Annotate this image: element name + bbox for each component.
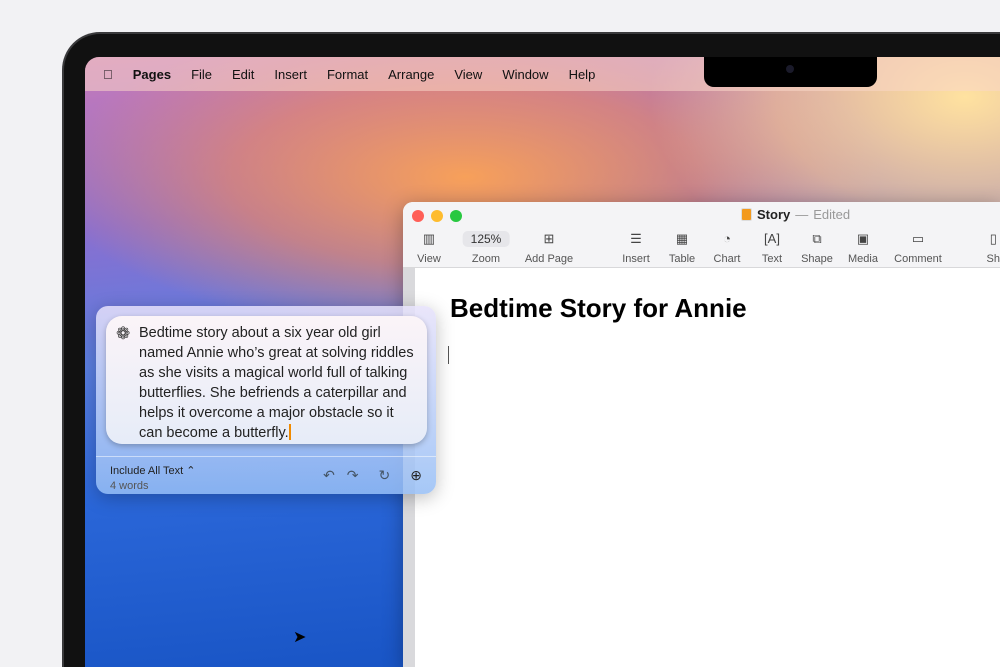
table-icon: ▦ bbox=[675, 231, 689, 246]
add-icon[interactable]: ⊕ bbox=[410, 467, 422, 484]
list-icon: ☰ bbox=[630, 231, 642, 246]
label: Chart bbox=[713, 253, 741, 265]
menu-help[interactable]: Help bbox=[569, 67, 596, 82]
shape-icon: ⧉ bbox=[812, 231, 822, 246]
refresh-icon[interactable]: ↻ bbox=[379, 467, 391, 484]
document-title[interactable]: Bedtime Story for Annie bbox=[450, 293, 747, 324]
menu-format[interactable]: Format bbox=[327, 67, 368, 82]
image-icon: ▣ bbox=[856, 231, 870, 246]
share-button[interactable]: ▯ Sh bbox=[987, 230, 1000, 265]
undo-icon[interactable]: ↶ bbox=[323, 467, 335, 484]
prompt-field[interactable]: ❁ Bedtime story about a six year old gir… bbox=[106, 316, 427, 444]
label: Table bbox=[668, 253, 696, 265]
toolbar: Story — Edited ▥ View 125% Zoom ⊞ Add Page … bbox=[403, 202, 1000, 268]
menu-edit[interactable]: Edit bbox=[232, 67, 254, 82]
label: Insert bbox=[622, 253, 650, 265]
popup-footer: Include All Text ⌃ 4 words ↶ ↷ ↻ ⊕ bbox=[96, 456, 436, 499]
minimize-button[interactable] bbox=[431, 210, 443, 222]
sidebar-icon: ▥ bbox=[422, 231, 436, 246]
label: Zoom bbox=[471, 253, 501, 265]
label: Add Page bbox=[524, 253, 574, 265]
label: Comment bbox=[894, 253, 942, 265]
plus-square-icon: ⊞ bbox=[543, 231, 555, 246]
add-page-button[interactable]: ⊞ Add Page bbox=[525, 230, 573, 265]
comment-button[interactable]: ▭ Comment bbox=[894, 230, 942, 265]
label: Media bbox=[848, 253, 878, 265]
view-button[interactable]: ▥ View bbox=[417, 230, 441, 265]
zoom-select[interactable]: 125% Zoom bbox=[462, 230, 510, 265]
document-page[interactable]: Bedtime Story for Annie bbox=[415, 268, 1000, 667]
chart-icon: ◔ bbox=[723, 231, 731, 246]
prompt-text[interactable]: Bedtime story about a six year old girl … bbox=[139, 325, 414, 441]
apple-icon[interactable]:  bbox=[103, 67, 113, 82]
chart-button[interactable]: ◔ Chart bbox=[714, 230, 741, 265]
label: Shape bbox=[801, 253, 833, 265]
title-text: Story bbox=[757, 207, 791, 222]
share-icon: ▯ bbox=[989, 231, 997, 246]
menu-insert[interactable]: Insert bbox=[274, 67, 307, 82]
textbox-icon: [A] bbox=[764, 231, 780, 246]
camera-icon bbox=[786, 65, 794, 73]
camera-notch bbox=[704, 57, 877, 87]
text-cursor bbox=[448, 346, 449, 364]
writing-tools-popup: ❁ Bedtime story about a six year old gir… bbox=[96, 306, 436, 494]
screen:  Pages File Edit Insert Format Arrange … bbox=[85, 57, 1000, 667]
text-caret bbox=[288, 424, 291, 440]
pages-window: Story — Edited ▥ View 125% Zoom ⊞ Add Page … bbox=[403, 202, 1000, 667]
menu-file[interactable]: File bbox=[191, 67, 212, 82]
edited-status: Edited bbox=[813, 207, 851, 222]
menu-view[interactable]: View bbox=[454, 67, 482, 82]
menu-window[interactable]: Window bbox=[502, 67, 548, 82]
media-button[interactable]: ▣ Media bbox=[848, 230, 878, 265]
window-title: Story — Edited bbox=[741, 207, 850, 222]
menu-arrange[interactable]: Arrange bbox=[388, 67, 434, 82]
label: View bbox=[417, 253, 441, 265]
table-button[interactable]: ▦ Table bbox=[669, 230, 695, 265]
chatgpt-icon: ❁ bbox=[116, 324, 131, 343]
label: Text bbox=[761, 253, 783, 265]
document-icon bbox=[741, 208, 752, 221]
zoom-window-button[interactable] bbox=[450, 210, 462, 222]
mouse-pointer-icon: ➤ bbox=[293, 629, 307, 646]
menu-app[interactable]: Pages bbox=[133, 67, 171, 82]
shape-button[interactable]: ⧉ Shape bbox=[801, 230, 833, 265]
insert-button[interactable]: ☰ Insert bbox=[622, 230, 650, 265]
close-button[interactable] bbox=[412, 210, 424, 222]
zoom-value[interactable]: 125% bbox=[462, 231, 510, 247]
label: Sh bbox=[986, 253, 1000, 265]
text-button[interactable]: [A] Text bbox=[762, 230, 782, 265]
redo-icon[interactable]: ↷ bbox=[347, 467, 359, 484]
comment-icon: ▭ bbox=[911, 231, 925, 246]
